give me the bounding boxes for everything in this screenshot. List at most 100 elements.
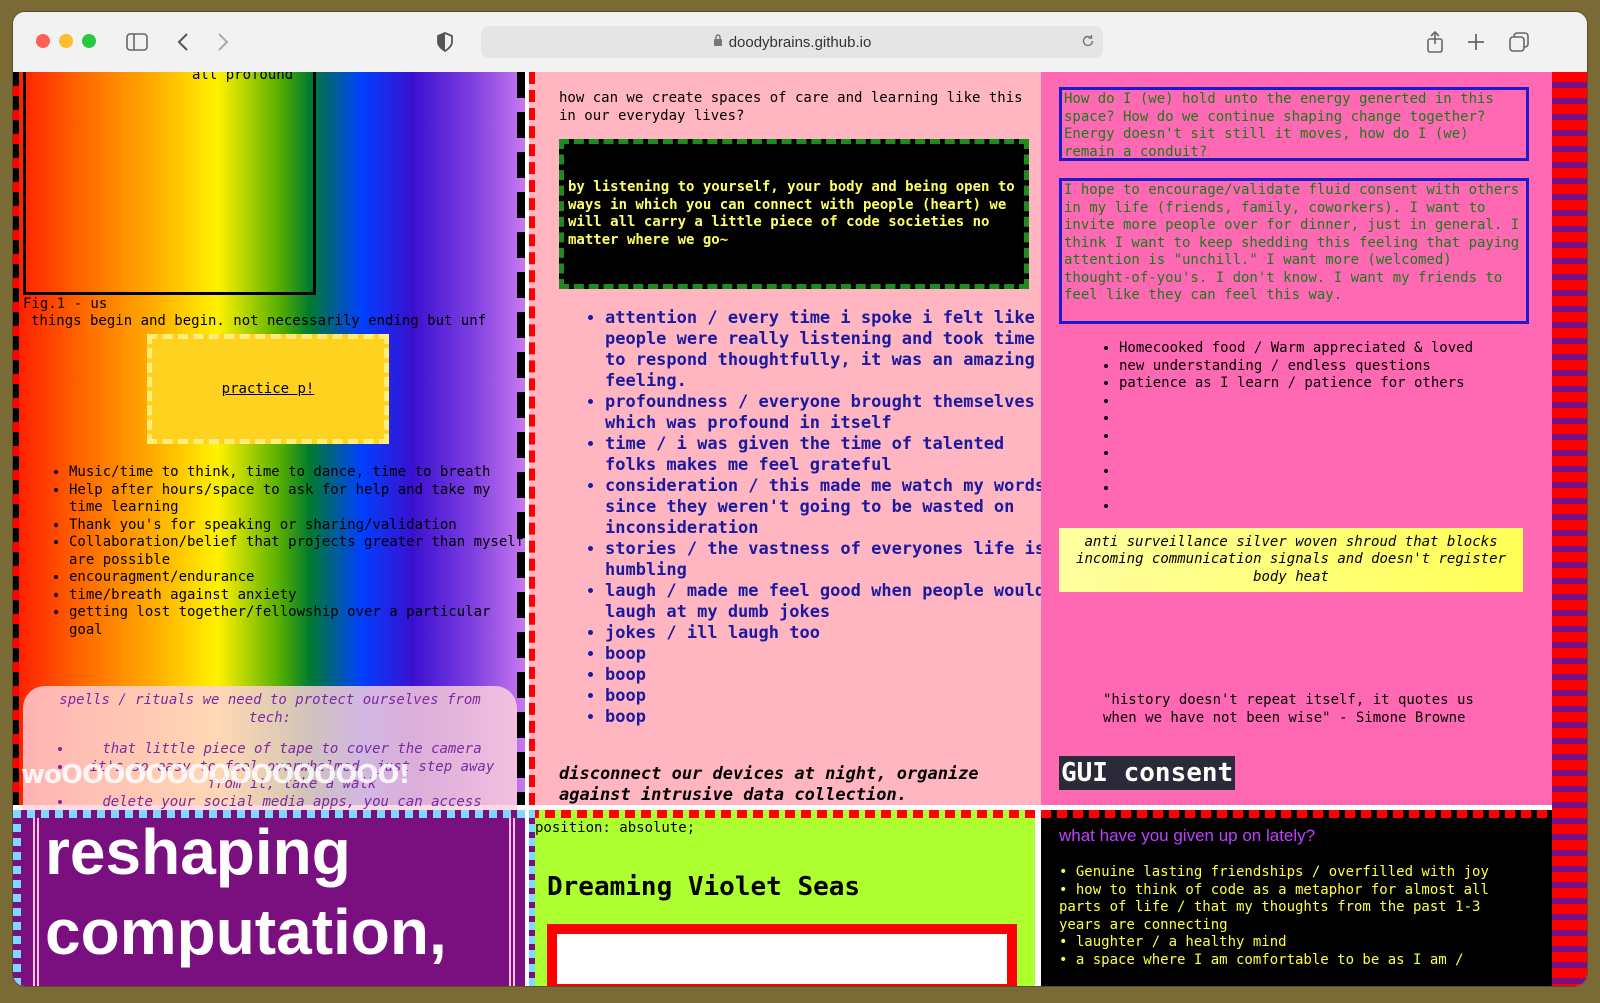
- energy-box: How do I (we) hold unto the energy gener…: [1059, 87, 1529, 161]
- energy-text: How do I (we) hold unto the energy gener…: [1064, 91, 1494, 160]
- list-item: time/breath against anxiety: [69, 587, 529, 605]
- gui-consent-heading: GUI consent: [1059, 756, 1236, 790]
- spells-box: spells / rituals we need to protect ours…: [23, 686, 517, 826]
- list-item: profoundness / everyone brought themselv…: [605, 392, 1061, 434]
- page-content: all profound Fig.1 - us things begin and…: [13, 72, 1587, 986]
- reshaping-panel: reshaping computation,: [13, 810, 525, 986]
- practice-box: practice p!: [147, 334, 389, 444]
- list-item: attention / every time i spoke i felt li…: [605, 308, 1061, 392]
- answer-text: by listening to yourself, your body and …: [568, 179, 1015, 248]
- dreaming-frame: [547, 924, 1017, 986]
- browser-toolbar: doodybrains.github.io: [13, 12, 1587, 73]
- share-icon[interactable]: [1423, 30, 1447, 54]
- needs-list: Homecooked food / Warm appreciated & lov…: [1081, 340, 1559, 515]
- lead-text: things begin and begin. not necessarily …: [31, 313, 487, 329]
- right-dashed-border: [517, 72, 525, 805]
- close-window-button[interactable]: [36, 34, 50, 48]
- closing-statement: disconnect our devices at night, organiz…: [559, 764, 979, 805]
- list-item: boop: [605, 644, 1061, 665]
- shroud-box: anti surveillance silver woven shroud th…: [1059, 528, 1523, 592]
- list-item: boop: [605, 665, 1061, 686]
- list-item: [1119, 410, 1559, 428]
- lock-icon: [713, 33, 723, 51]
- list-item: time / i was given the time of talented …: [605, 434, 1061, 476]
- list-item: boop: [605, 686, 1061, 707]
- dreaming-left-border: [529, 810, 535, 986]
- forward-icon[interactable]: [211, 30, 235, 54]
- spells-heading: spells / rituals we need to protect ours…: [59, 692, 481, 726]
- big-text-line-2: computation,: [45, 896, 447, 968]
- bullet-icon: •: [1059, 864, 1076, 880]
- gratitude-list: Music/time to think, time to dance, time…: [49, 464, 529, 639]
- list-item: getting lost together/fellowship over a …: [69, 604, 529, 639]
- list-item: encouragment/endurance: [69, 569, 529, 587]
- list-item: [1119, 498, 1559, 516]
- list-item: • a space where I am comfortable to be a…: [1059, 951, 1464, 968]
- list-item: • Genuine lasting friendships / overfill…: [1059, 864, 1489, 880]
- given-up-question: what have you given up on lately?: [1059, 826, 1316, 845]
- given-up-panel: what have you given up on lately? • Genu…: [1041, 810, 1552, 986]
- figure-top-text: all profound: [192, 72, 294, 83]
- list-item: [1119, 463, 1559, 481]
- list-item: patience as I learn / patience for other…: [1119, 375, 1559, 393]
- list-item: that little piece of tape to cover the c…: [73, 741, 511, 759]
- list-item: consideration / this made me watch my wo…: [605, 476, 1061, 539]
- address-bar[interactable]: doodybrains.github.io: [481, 26, 1103, 58]
- list-item: • how to think of code as a metaphor for…: [1059, 881, 1489, 933]
- figure-caption: Fig.1 - us: [23, 296, 108, 312]
- back-icon[interactable]: [171, 30, 195, 54]
- shroud-text: anti surveillance silver woven shroud th…: [1076, 533, 1506, 585]
- list-item: new understanding / endless questions: [1119, 358, 1559, 376]
- given-up-list: • Genuine lasting friendships / overfill…: [1059, 864, 1529, 969]
- woo-overlay-text: woOOOOOOOOOOOOOOOO!: [21, 760, 410, 790]
- maximize-window-button[interactable]: [82, 34, 96, 48]
- given-up-top-border: [1041, 810, 1552, 818]
- hope-box: I hope to encourage/validate fluid conse…: [1059, 178, 1529, 324]
- list-item: Music/time to think, time to dance, time…: [69, 464, 529, 482]
- reflections-list: attention / every time i spoke i felt li…: [565, 308, 1061, 728]
- practice-link[interactable]: practice p!: [222, 381, 315, 397]
- list-item: [1119, 480, 1559, 498]
- bullet-icon: •: [1059, 881, 1076, 898]
- list-item: Help after hours/space to ask for help a…: [69, 482, 529, 517]
- browne-quote: "history doesn't repeat itself, it quote…: [1103, 692, 1474, 726]
- bullet-icon: •: [1059, 934, 1076, 950]
- bullet-icon: •: [1059, 951, 1076, 968]
- reshaping-left-border: [13, 810, 21, 986]
- dreaming-top-border: [529, 810, 1035, 818]
- list-item: Thank you's for speaking or sharing/vali…: [69, 517, 529, 535]
- new-tab-icon[interactable]: [1464, 30, 1488, 54]
- big-text-line-1: reshaping: [45, 816, 351, 888]
- figure-frame: all profound: [23, 72, 316, 295]
- reload-icon[interactable]: [1081, 34, 1095, 52]
- privacy-shield-icon[interactable]: [433, 30, 457, 54]
- position-label: position: absolute;: [535, 820, 696, 836]
- list-item: [1119, 428, 1559, 446]
- rainbow-column: all profound Fig.1 - us things begin and…: [13, 72, 525, 826]
- list-item: [1119, 445, 1559, 463]
- sidebar-toggle-icon[interactable]: [125, 30, 149, 54]
- side-char: s: [13, 440, 15, 455]
- far-right-border: [1552, 72, 1587, 986]
- left-dashed-border: [13, 72, 19, 805]
- minimize-window-button[interactable]: [59, 34, 73, 48]
- dreaming-title: Dreaming Violet Seas: [547, 872, 861, 902]
- list-item: • laughter / a healthy mind: [1059, 934, 1287, 950]
- list-item: stories / the vastness of everyones life…: [605, 539, 1061, 581]
- list-item: jokes / ill laugh too: [605, 623, 1061, 644]
- list-item: Homecooked food / Warm appreciated & lov…: [1119, 340, 1559, 358]
- list-item: Collaboration/belief that projects great…: [69, 534, 529, 569]
- hope-text: I hope to encourage/validate fluid conse…: [1064, 182, 1520, 303]
- tab-overview-icon[interactable]: [1507, 30, 1531, 54]
- list-item: [1119, 393, 1559, 411]
- dreaming-panel: position: absolute; Dreaming Violet Seas: [529, 810, 1035, 986]
- list-item: laugh / made me feel good when people wo…: [605, 581, 1061, 623]
- url-text: doodybrains.github.io: [728, 33, 872, 51]
- answer-box: by listening to yourself, your body and …: [559, 139, 1029, 289]
- list-item: boop: [605, 707, 1061, 728]
- list-item: delete your social media apps, you can a…: [73, 794, 511, 812]
- browser-window: doodybrains.github.io all profound Fig.1…: [13, 12, 1587, 986]
- care-column: how can we create spaces of care and lea…: [529, 72, 1047, 805]
- care-question: how can we create spaces of care and lea…: [559, 90, 1023, 124]
- consent-column: How do I (we) hold unto the energy gener…: [1041, 72, 1560, 805]
